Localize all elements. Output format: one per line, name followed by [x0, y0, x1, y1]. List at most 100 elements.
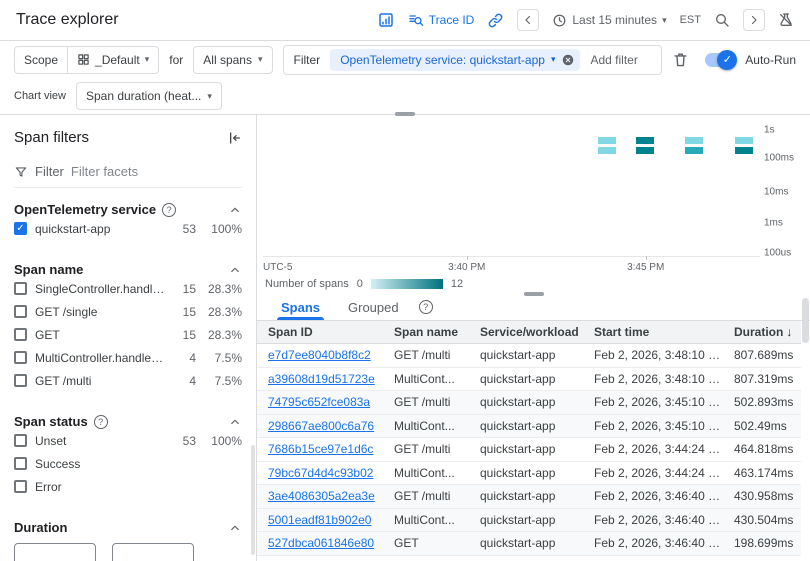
heatmap-cell[interactable]	[598, 147, 616, 154]
time-back-button[interactable]	[517, 9, 539, 31]
clear-filters-button[interactable]	[672, 51, 689, 68]
facet-item[interactable]: Error	[14, 475, 242, 498]
help-icon[interactable]: ?	[94, 415, 108, 429]
facet-item[interactable]: GET1528.3%	[14, 323, 242, 346]
chevron-right-icon	[747, 13, 761, 27]
column-header[interactable]: Span ID	[257, 325, 383, 339]
table-row[interactable]: 79bc67d4d4c93b02MultiCont...quickstart-a…	[257, 462, 801, 486]
chevron-up-icon[interactable]	[228, 521, 242, 535]
span-id-link[interactable]: 298667ae800c6a76	[257, 419, 383, 433]
chart-type-dropdown[interactable]: Span duration (heat... ▾	[76, 82, 222, 110]
chevron-up-icon[interactable]	[228, 203, 242, 217]
legend-max: 12	[451, 278, 463, 290]
chevron-up-icon[interactable]	[228, 263, 242, 277]
checkbox[interactable]	[14, 480, 27, 493]
span-id-link[interactable]: 79bc67d4d4c93b02	[257, 466, 383, 480]
facet-item[interactable]: Success	[14, 452, 242, 475]
trace-id-button[interactable]: Trace ID	[408, 12, 475, 28]
facet-section-header[interactable]: Span name	[14, 262, 242, 277]
table-row[interactable]: e7d7ee8040b8f8c2GET /multiquickstart-app…	[257, 344, 801, 368]
span-id-link[interactable]: 74795c652fce083a	[257, 395, 383, 409]
column-header[interactable]: Service/workload	[469, 325, 583, 339]
checkbox[interactable]	[14, 305, 27, 318]
checkbox[interactable]	[14, 351, 27, 364]
column-header-label: Span name	[394, 325, 458, 339]
column-header-label: Start time	[594, 325, 649, 339]
scrollbar-thumb[interactable]	[802, 298, 809, 343]
collapse-panel-button[interactable]	[226, 130, 242, 146]
heatmap-cell[interactable]	[685, 147, 703, 154]
permalink-button[interactable]	[487, 12, 504, 29]
duration-min-input[interactable]	[14, 543, 96, 561]
help-icon[interactable]: ?	[162, 203, 176, 217]
facet-section-header[interactable]: Span status?	[14, 414, 242, 429]
table-row[interactable]: 3ae4086305a2ea3eGET /multiquickstart-app…	[257, 485, 801, 509]
table-scrollbar[interactable]	[801, 295, 810, 561]
help-icon[interactable]: ?	[419, 300, 433, 314]
chevron-down-icon: ▾	[662, 15, 667, 26]
checkbox[interactable]	[14, 282, 27, 295]
checkbox[interactable]	[14, 328, 27, 341]
duration-max-input[interactable]	[112, 543, 194, 561]
column-header[interactable]: Duration↓	[723, 325, 801, 339]
chevron-up-icon[interactable]	[228, 415, 242, 429]
column-header[interactable]: Span name	[383, 325, 469, 339]
facet-item[interactable]: ✓quickstart-app53100%	[14, 217, 242, 240]
filter-input-container[interactable]: Filter OpenTelemetry service: quickstart…	[283, 45, 663, 75]
chart-type-value: Span duration (heat...	[86, 89, 201, 103]
span-id-link[interactable]: 527dbca061846e80	[257, 536, 383, 550]
facet-item[interactable]: SingleController.handleSing...1528.3%	[14, 277, 242, 300]
span-id-link[interactable]: 5001eadf81b902e0	[257, 513, 383, 527]
vertical-resize-handle[interactable]	[395, 112, 415, 116]
table-row[interactable]: 298667ae800c6a76MultiCont...quickstart-a…	[257, 415, 801, 439]
tab-grouped[interactable]: Grouped	[334, 295, 413, 320]
facet-item[interactable]: MultiController.handleMulti47.5%	[14, 346, 242, 369]
checkbox[interactable]	[14, 457, 27, 470]
scope-control: Scope _Default ▾	[14, 46, 159, 74]
column-header[interactable]: Start time	[583, 325, 723, 339]
facet-filter-input[interactable]	[71, 164, 242, 179]
toggle-thumb: ✓	[717, 50, 737, 70]
span-id-link[interactable]: 3ae4086305a2ea3e	[257, 489, 383, 503]
scope-dropdown[interactable]: _Default ▾	[68, 47, 158, 73]
heatmap-cell[interactable]	[598, 137, 616, 144]
insights-button[interactable]	[377, 11, 395, 29]
facet-item[interactable]: GET /single1528.3%	[14, 300, 242, 323]
heatmap-cell[interactable]	[735, 137, 753, 144]
table-row[interactable]: 527dbca061846e80GETquickstart-appFeb 2, …	[257, 532, 801, 556]
search-button[interactable]	[714, 12, 730, 28]
filter-chip[interactable]: OpenTelemetry service: quickstart-app ▾	[330, 49, 580, 71]
timezone-button[interactable]: EST	[680, 14, 701, 26]
heatmap-cell[interactable]	[636, 137, 654, 144]
table-resize-handle[interactable]	[524, 292, 544, 296]
heatmap-cell[interactable]	[636, 147, 654, 154]
facet-section-header[interactable]: OpenTelemetry service?	[14, 202, 242, 217]
table-row[interactable]: 74795c652fce083aGET /multiquickstart-app…	[257, 391, 801, 415]
table-row[interactable]: 7686b15ce97e1d6cGET /multiquickstart-app…	[257, 438, 801, 462]
checkbox[interactable]	[14, 434, 27, 447]
remove-filter-icon[interactable]	[561, 53, 575, 67]
tab-spans[interactable]: Spans	[267, 295, 334, 320]
heatmap-cell[interactable]	[735, 147, 753, 154]
span-scope-dropdown[interactable]: All spans ▾	[193, 46, 272, 74]
span-id-link[interactable]: a39608d19d51723e	[257, 372, 383, 386]
time-forward-button[interactable]	[743, 9, 765, 31]
page-title: Trace explorer	[16, 11, 119, 29]
checkbox[interactable]: ✓	[14, 222, 27, 235]
add-filter-input[interactable]: Add filter	[590, 53, 637, 67]
facet-section-header[interactable]: Duration	[14, 520, 242, 535]
span-id-link[interactable]: 7686b15ce97e1d6c	[257, 442, 383, 456]
table-row[interactable]: a39608d19d51723eMultiCont...quickstart-a…	[257, 368, 801, 392]
table-row[interactable]: 5001eadf81b902e0MultiCont...quickstart-a…	[257, 509, 801, 533]
auto-run-toggle[interactable]: ✓	[705, 53, 735, 67]
heatmap-plot[interactable]	[263, 125, 760, 257]
heatmap-cell[interactable]	[685, 137, 703, 144]
table-cell: Feb 2, 2026, 3:46:40 PM	[583, 513, 723, 527]
span-id-link[interactable]: e7d7ee8040b8f8c2	[257, 348, 383, 362]
facet-item[interactable]: GET /multi47.5%	[14, 369, 242, 392]
labs-button[interactable]	[778, 12, 794, 28]
checkbox[interactable]	[14, 374, 27, 387]
sidebar-scrollbar[interactable]	[251, 445, 255, 555]
time-range-dropdown[interactable]: Last 15 minutes ▾	[552, 13, 666, 28]
facet-item[interactable]: Unset53100%	[14, 429, 242, 452]
